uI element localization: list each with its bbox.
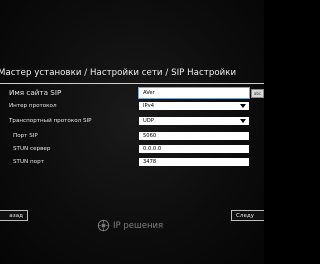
- transport-protocol-value: UDP: [143, 118, 154, 124]
- page-title: Мастер установки / Настройки сети / SIP …: [0, 68, 237, 78]
- site-name-label: Имя сайта SIP: [9, 88, 62, 97]
- back-button-label: азад: [9, 212, 23, 219]
- internet-protocol-value: IPv4: [143, 103, 155, 109]
- stun-port-input[interactable]: 3478: [139, 158, 249, 166]
- stun-port-label: STUN порт: [13, 159, 44, 165]
- next-button[interactable]: Следу: [231, 210, 264, 221]
- back-button[interactable]: азад: [0, 210, 28, 221]
- stun-server-value: 0.0.0.0: [143, 146, 162, 152]
- internet-protocol-select[interactable]: IPv4: [139, 102, 249, 110]
- chevron-down-icon: [240, 104, 246, 108]
- keyboard-toggle-button[interactable]: abc: [251, 89, 264, 98]
- ip-logo-icon: [97, 219, 110, 232]
- stun-port-value: 3478: [143, 159, 157, 165]
- sip-port-value: 5060: [143, 133, 157, 139]
- site-name-value: AVer: [143, 90, 155, 96]
- watermark-text: IP решения: [113, 220, 164, 231]
- next-button-label: Следу: [236, 212, 255, 219]
- transport-protocol-label: Транспортный протокол SIP: [9, 118, 92, 124]
- sip-port-label: Порт SIP: [13, 133, 38, 139]
- transport-protocol-select[interactable]: UDP: [139, 117, 249, 125]
- chevron-down-icon: [240, 119, 246, 123]
- title-divider: [0, 83, 264, 84]
- sip-port-input[interactable]: 5060: [139, 132, 249, 140]
- watermark: IP решения: [97, 219, 163, 232]
- site-name-input[interactable]: AVer: [138, 87, 250, 99]
- sip-settings-screen: Мастер установки / Настройки сети / SIP …: [0, 0, 264, 264]
- stun-server-label: STUN сервер: [13, 146, 51, 152]
- internet-protocol-label: Интер протокол: [9, 103, 57, 109]
- stun-server-input[interactable]: 0.0.0.0: [139, 145, 249, 153]
